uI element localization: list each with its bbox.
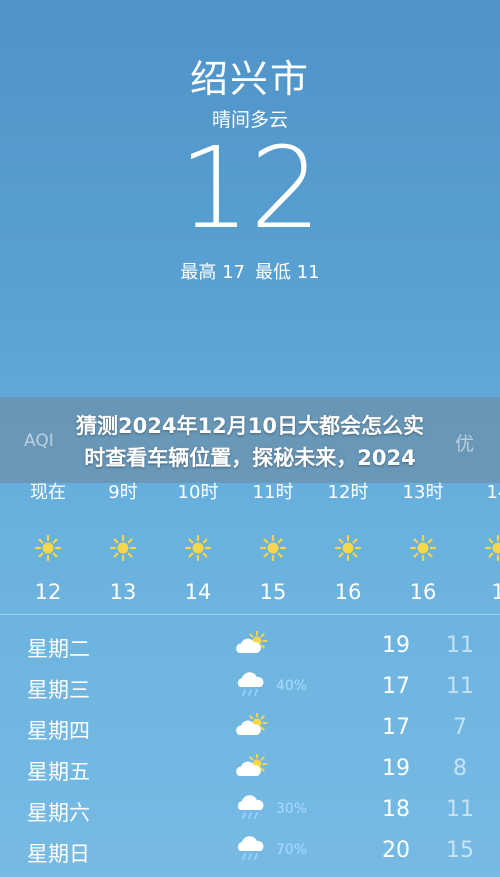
day-low: 11 <box>446 674 474 699</box>
sun-icon <box>161 534 235 562</box>
day-name: 星期二 <box>27 637 90 661</box>
day-high: 20 <box>382 838 410 863</box>
sun-icon <box>11 534 85 562</box>
hourly-item: 13时 16 <box>386 482 460 604</box>
sun-icon <box>86 534 160 562</box>
hourly-temp: 14 <box>184 580 212 604</box>
hourly-time: 12时 <box>327 482 369 503</box>
sun-icon <box>236 534 310 562</box>
day-name: 星期日 <box>27 842 90 866</box>
sun-icon <box>461 534 500 562</box>
current-temperature: 12 <box>178 124 322 254</box>
hourly-item: 12时 16 <box>311 482 385 604</box>
daily-row: 星期日 70% 20 15 <box>0 830 500 871</box>
article-headline: 猜测2024年12月10日大都会怎么实 时查看车辆位置，探秘未来，2024 <box>0 410 500 474</box>
hourly-item: 9时 13 <box>86 482 160 604</box>
hourly-time: 现在 <box>30 482 66 503</box>
day-name: 星期三 <box>27 678 90 702</box>
day-name: 星期四 <box>27 719 90 743</box>
partly-cloudy-icon <box>234 712 270 739</box>
day-low: 11 <box>446 633 474 658</box>
day-high: 19 <box>382 756 410 781</box>
day-high: 17 <box>382 674 410 699</box>
daily-row: 星期四 17 7 <box>0 707 500 748</box>
hourly-item: 现在 12 <box>11 482 85 604</box>
current-weather-panel: 绍兴市 晴间多云 12 最高 17 最低 11 <box>0 0 500 395</box>
day-low: 11 <box>446 797 474 822</box>
rain-cloud-icon <box>234 836 270 862</box>
headline-line-2: 时查看车辆位置，探秘未来，2024 <box>84 446 416 470</box>
hourly-temp: 16 <box>334 580 362 604</box>
day-high: 19 <box>382 633 410 658</box>
hourly-item: 11时 15 <box>236 482 310 604</box>
rain-cloud-icon <box>234 795 270 821</box>
precip-chance: 30% <box>276 801 308 817</box>
daily-row: 星期二 19 11 <box>0 625 500 666</box>
daily-row: 星期五 19 8 <box>0 748 500 789</box>
divider <box>0 614 500 615</box>
hourly-time: 9时 <box>108 482 138 503</box>
hourly-temp: 15 <box>259 580 287 604</box>
hourly-item: 10时 14 <box>161 482 235 604</box>
hourly-temp: 16 <box>409 580 437 604</box>
day-name: 星期六 <box>27 801 90 825</box>
hourly-time: 13时 <box>402 482 444 503</box>
hourly-temp: 13 <box>109 580 137 604</box>
precip-chance: 40% <box>276 678 308 694</box>
hourly-temp: 1 <box>491 580 500 604</box>
daily-row: 星期三 40% 17 11 <box>0 666 500 707</box>
low-temperature: 最低 11 <box>255 262 320 283</box>
rain-cloud-icon <box>234 672 270 698</box>
hourly-time: 14 <box>486 482 500 503</box>
day-high: 18 <box>382 797 410 822</box>
headline-line-1: 猜测2024年12月10日大都会怎么实 <box>76 414 424 438</box>
partly-cloudy-icon <box>234 753 270 780</box>
hourly-item: 14 1 <box>461 482 500 604</box>
high-temperature: 最高 17 <box>180 262 245 283</box>
sun-icon <box>386 534 460 562</box>
sun-icon <box>311 534 385 562</box>
day-low: 7 <box>453 715 467 740</box>
hourly-time: 10时 <box>177 482 219 503</box>
precip-chance: 70% <box>276 842 308 858</box>
hourly-temp: 12 <box>34 580 62 604</box>
day-high: 17 <box>382 715 410 740</box>
high-low-temperatures: 最高 17 最低 11 <box>0 258 500 284</box>
partly-cloudy-icon <box>234 630 270 657</box>
hourly-forecast[interactable]: 现在 12 9时 13 10时 14 11时 15 12时 16 13时 16 … <box>0 482 500 612</box>
city-name: 绍兴市 <box>189 57 310 101</box>
day-name: 星期五 <box>27 760 90 784</box>
daily-row: 星期六 30% 18 11 <box>0 789 500 830</box>
day-low: 15 <box>446 838 474 863</box>
day-low: 8 <box>453 756 467 781</box>
hourly-time: 11时 <box>252 482 294 503</box>
